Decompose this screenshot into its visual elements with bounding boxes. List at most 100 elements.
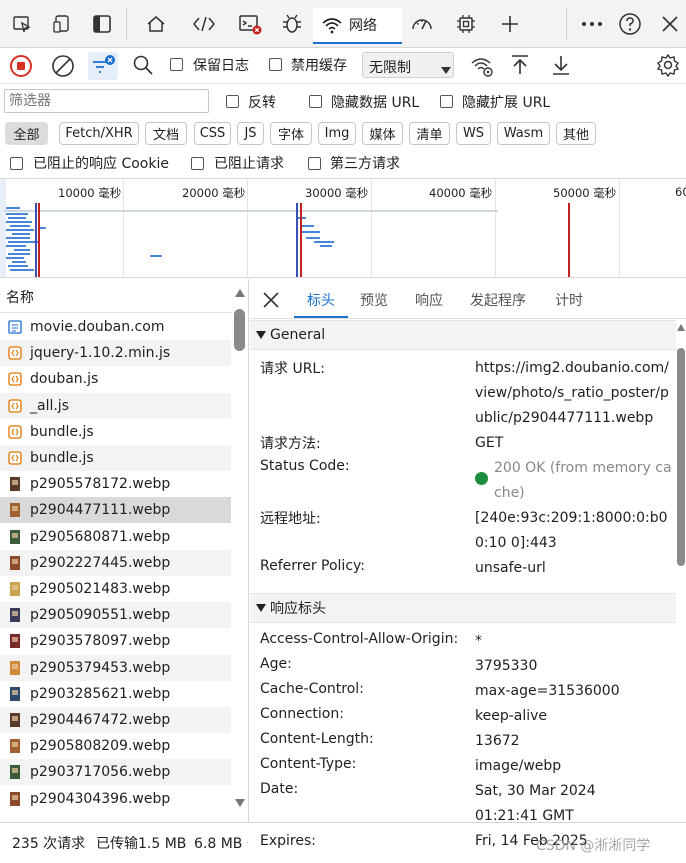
request-row[interactable]: _all.js [0,392,231,419]
disable-cache-checkbox[interactable] [269,57,282,73]
image-thumbnail-icon [8,582,22,596]
section-general-header[interactable]: General [250,320,676,350]
blocked-cookies-checkbox[interactable] [10,156,23,172]
response-header-value: keep-alive [475,708,548,724]
type-filter-media[interactable]: 媒体 [362,122,403,145]
request-row[interactable]: jquery-1.10.2.min.js [0,340,231,367]
image-thumbnail-icon [8,791,22,806]
scroll-up-icon[interactable] [235,289,245,297]
sources-bug-icon[interactable] [278,10,306,38]
section-response-headers-header[interactable]: 响应标头 [250,593,676,623]
type-filter-doc[interactable]: 文档 [145,122,187,145]
welcome-home-icon[interactable] [142,10,170,38]
type-filter-other[interactable]: 其他 [556,122,596,145]
request-row[interactable]: p2905578172.webp [0,471,231,497]
triangle-down-icon [256,604,266,612]
request-row[interactable]: p2903717056.webp [0,759,231,786]
request-row[interactable]: p2904467472.webp [0,707,231,733]
tab-initiator[interactable]: 发起程序 [470,290,526,310]
throttle-select[interactable]: 无限制 [362,52,454,78]
hide-data-url-checkbox[interactable] [309,94,322,110]
hide-ext-url-checkbox[interactable] [440,94,453,110]
details-scrollbar[interactable] [676,320,686,822]
preserve-log-checkbox[interactable] [170,57,183,73]
blocked-requests-checkbox[interactable] [191,156,204,172]
type-filter-wasm[interactable]: Wasm [497,122,550,145]
request-row[interactable]: p2905090551.webp [0,602,231,629]
more-icon[interactable] [578,10,606,38]
network-conditions-icon[interactable] [470,54,494,82]
memory-chip-icon[interactable] [452,10,480,38]
import-har-icon[interactable] [510,54,530,80]
filter-input[interactable] [4,89,209,113]
request-row[interactable]: bundle.js [0,419,231,445]
column-header-name[interactable]: 名称 [0,279,231,313]
type-filter-fetch-xhr[interactable]: Fetch/XHR [59,122,139,145]
image-thumbnail-icon [8,477,22,492]
chevron-down-icon [441,62,451,78]
request-row[interactable]: p2904477111.webp [0,497,231,524]
triangle-down-icon [256,331,266,339]
tab-response[interactable]: 响应 [415,290,443,310]
invert-checkbox[interactable] [226,94,239,110]
scrollbar-thumb[interactable] [677,348,685,566]
hide-ext-url-label: 隐藏扩展 URL [462,95,551,111]
scrollbar-thumb[interactable] [234,309,245,351]
performance-icon[interactable] [408,10,436,38]
response-header-value: max-age=31536000 [475,683,620,699]
header-value-url: https://img2.doubanio.com/view/photo/s_r… [475,360,669,426]
network-overview[interactable]: 10000 毫秒 20000 毫秒 30000 毫秒 40000 毫秒 5000… [0,178,686,278]
request-row[interactable]: p2905379453.webp [0,654,231,681]
toolbar-divider [126,8,127,40]
device-emulation-icon[interactable] [48,10,76,38]
list-scrollbar[interactable] [232,279,248,822]
request-row-name: p2905379453.webp [30,659,171,676]
filter-toggle-icon[interactable] [88,52,118,80]
request-row[interactable]: p2905680871.webp [0,524,231,550]
type-filter-css[interactable]: CSS [194,122,231,145]
inspect-icon[interactable] [8,10,36,38]
image-thumbnail-icon [8,608,22,623]
request-row-name: p2903285621.webp [30,685,171,702]
request-row[interactable]: p2905021483.webp [0,576,231,602]
request-row[interactable]: bundle.js [0,445,231,471]
tab-timing[interactable]: 计时 [555,290,583,310]
close-details-icon[interactable] [262,291,280,313]
type-filter-all[interactable]: 全部 [5,122,48,145]
add-tool-icon[interactable] [496,10,524,38]
header-key-method: 请求方法: [260,436,321,452]
third-party-checkbox[interactable] [308,156,321,172]
tab-preview[interactable]: 预览 [360,290,388,310]
elements-code-icon[interactable] [190,10,218,38]
clear-icon[interactable] [50,53,76,83]
request-row[interactable]: p2904304396.webp [0,786,231,812]
scroll-up-icon[interactable] [677,324,685,331]
dock-icon[interactable] [88,10,116,38]
type-filter-font[interactable]: 字体 [270,122,312,145]
request-row[interactable]: p2905808209.webp [0,733,231,759]
status-bar: 235 次请求 已传输1.5 MB 6.8 MB 条 Expires: Fri,… [0,822,686,863]
tab-network[interactable]: 网络 [313,8,402,44]
export-har-icon[interactable] [551,54,571,80]
image-thumbnail-icon [8,634,22,649]
settings-gear-icon[interactable] [656,53,680,81]
request-row[interactable]: p2902227445.webp [0,549,231,576]
request-row[interactable]: douban.js [0,366,231,392]
request-row[interactable]: p2903578097.webp [0,628,231,654]
type-filter-manifest[interactable]: 清单 [409,122,450,145]
request-row[interactable]: p2903285621.webp [0,681,231,707]
type-filter-ws[interactable]: WS [456,122,491,145]
type-filter-img[interactable]: Img [318,122,356,145]
image-thumbnail-icon [8,503,22,518]
close-icon[interactable] [656,10,684,38]
tab-headers[interactable]: 标头 [294,290,348,318]
request-row[interactable]: movie.douban.com [0,314,231,340]
document-icon [8,320,22,334]
image-thumbnail-icon [8,686,22,701]
scroll-down-icon[interactable] [235,799,245,807]
search-icon[interactable] [132,54,154,80]
type-filter-js[interactable]: JS [237,122,264,145]
help-icon[interactable] [616,10,644,38]
record-stop-icon[interactable] [8,53,34,83]
console-icon[interactable] [236,10,264,38]
